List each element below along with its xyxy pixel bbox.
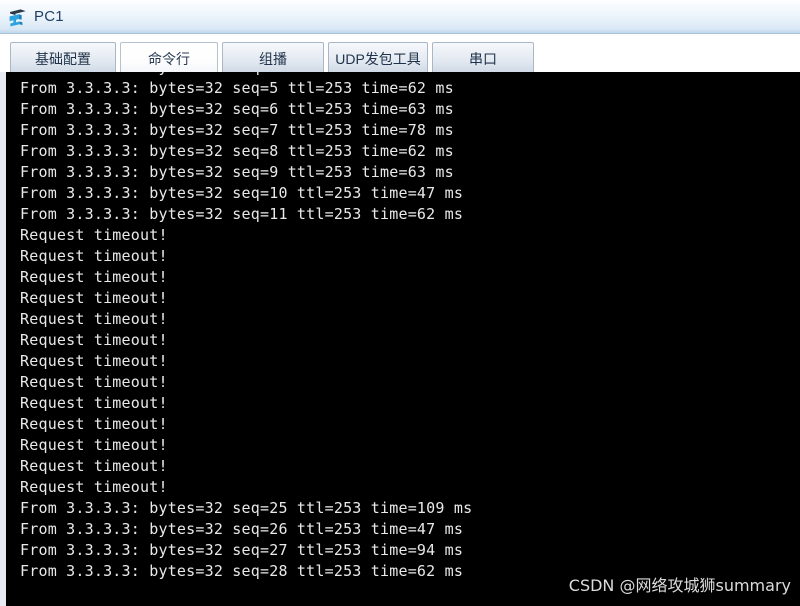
- pc1-window: PC1 基础配置 命令行 组播 UDP发包工具 串口 From 3.3.3.3: byt…: [0, 0, 800, 606]
- tab-multicast[interactable]: 组播: [222, 42, 324, 74]
- tab-label: UDP发包工具: [335, 50, 421, 67]
- tab-command-line[interactable]: 命令行: [120, 42, 218, 74]
- tab-udp-sender[interactable]: UDP发包工具: [328, 42, 428, 74]
- tab-label: 基础配置: [35, 50, 91, 67]
- pc-device-icon: [7, 7, 29, 29]
- command-line-console[interactable]: From 3.3.3.3: bytes=32 seq=4 ttl=253 tim…: [6, 72, 800, 606]
- console-output: From 3.3.3.3: bytes=32 seq=4 ttl=253 tim…: [20, 72, 473, 580]
- tab-label: 组播: [259, 50, 287, 67]
- watermark-text: CSDN @网络攻城狮summary: [568, 576, 791, 595]
- tab-label: 命令行: [148, 50, 190, 67]
- tab-basic-config[interactable]: 基础配置: [10, 42, 116, 74]
- tab-strip: 基础配置 命令行 组播 UDP发包工具 串口: [0, 34, 800, 74]
- terminal-frame: From 3.3.3.3: bytes=32 seq=4 ttl=253 tim…: [0, 72, 800, 606]
- title-bar: PC1: [0, 0, 800, 34]
- tab-label: 串口: [469, 50, 497, 67]
- tab-serial-port[interactable]: 串口: [432, 42, 534, 74]
- window-title: PC1: [34, 8, 64, 25]
